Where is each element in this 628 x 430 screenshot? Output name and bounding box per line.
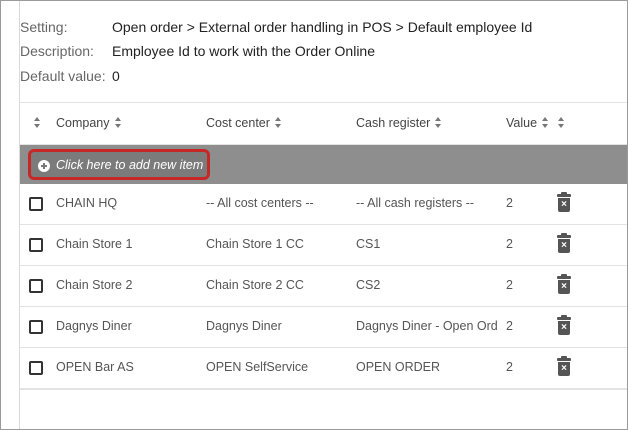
sort-icon <box>34 117 41 128</box>
description-label: Description: <box>20 43 94 59</box>
select-column-sort[interactable] <box>34 116 41 130</box>
column-company-label: Company <box>56 116 110 130</box>
cell-cash-register: OPEN ORDER <box>356 360 441 374</box>
setting-label: Setting: <box>20 19 68 35</box>
cell-cost-center: Dagnys Diner <box>206 319 282 333</box>
table-row[interactable]: Chain Store 2 Chain Store 2 CC CS2 2 × <box>20 266 627 307</box>
setting-value: Open order > External order handling in … <box>112 19 533 35</box>
table-bottom-divider <box>20 389 627 390</box>
settings-table: Company Cost center Cash register Value … <box>20 102 627 389</box>
add-item-bar: Click here to add new item <box>20 145 627 184</box>
cell-cost-center: -- All cost centers -- <box>206 196 314 210</box>
table-row[interactable]: Chain Store 1 Chain Store 1 CC CS1 2 × <box>20 225 627 266</box>
cell-cash-register: CS2 <box>356 278 381 292</box>
add-new-item-button[interactable]: Click here to add new item <box>28 149 210 180</box>
description-value: Employee Id to work with the Order Onlin… <box>112 43 376 59</box>
cell-cash-register: -- All cash registers -- <box>356 196 475 210</box>
sort-icon <box>558 117 565 128</box>
cell-cash-register: Dagnys Diner - Open Orde <box>356 319 498 333</box>
column-cost-center[interactable]: Cost center <box>206 116 282 130</box>
table-row[interactable]: OPEN Bar AS OPEN SelfService OPEN ORDER 2 × <box>20 348 627 389</box>
plus-circle-icon <box>38 160 50 172</box>
default-value-label: Default value: <box>20 68 106 84</box>
cell-company: OPEN Bar AS <box>56 360 134 374</box>
sort-icon <box>542 117 549 128</box>
column-cash-register-label: Cash register <box>356 116 431 130</box>
trash-icon[interactable]: × <box>557 233 571 253</box>
column-value[interactable]: Value <box>506 116 549 130</box>
column-cash-register[interactable]: Cash register <box>356 116 442 130</box>
add-new-item-label: Click here to add new item <box>56 158 204 172</box>
table-row[interactable]: CHAIN HQ -- All cost centers -- -- All cas… <box>20 184 627 225</box>
column-company[interactable]: Company <box>56 116 122 130</box>
row-checkbox[interactable] <box>29 238 43 252</box>
cell-value: 2 <box>506 196 513 210</box>
cell-company: Dagnys Diner <box>56 319 132 333</box>
actions-column-sort[interactable] <box>558 116 565 130</box>
row-checkbox[interactable] <box>29 197 43 211</box>
default-value: 0 <box>112 68 120 84</box>
cell-value: 2 <box>506 278 513 292</box>
cell-company: Chain Store 1 <box>56 237 133 251</box>
cell-company: Chain Store 2 <box>56 278 133 292</box>
table-row[interactable]: Dagnys Diner Dagnys Diner Dagnys Diner - O… <box>20 307 627 348</box>
column-value-label: Value <box>506 116 538 130</box>
cell-value: 2 <box>506 360 513 374</box>
row-checkbox[interactable] <box>29 320 43 334</box>
sort-icon <box>435 117 442 128</box>
cell-cost-center: OPEN SelfService <box>206 360 309 374</box>
trash-icon[interactable]: × <box>557 192 571 212</box>
row-checkbox[interactable] <box>29 279 43 293</box>
sort-icon <box>114 117 122 128</box>
cell-cost-center: Chain Store 1 CC <box>206 237 304 251</box>
trash-icon[interactable]: × <box>557 356 571 376</box>
trash-icon[interactable]: × <box>557 315 571 335</box>
cell-cost-center: Chain Store 2 CC <box>206 278 304 292</box>
sort-icon <box>274 117 282 128</box>
table-header: Company Cost center Cash register Value <box>20 102 627 145</box>
trash-icon[interactable]: × <box>557 274 571 294</box>
cell-cash-register: CS1 <box>356 237 381 251</box>
settings-panel: Setting: Open order > External order han… <box>0 0 628 430</box>
column-cost-center-label: Cost center <box>206 116 270 130</box>
row-checkbox[interactable] <box>29 361 43 375</box>
cell-company: CHAIN HQ <box>56 196 118 210</box>
cell-value: 2 <box>506 237 513 251</box>
cell-value: 2 <box>506 319 513 333</box>
